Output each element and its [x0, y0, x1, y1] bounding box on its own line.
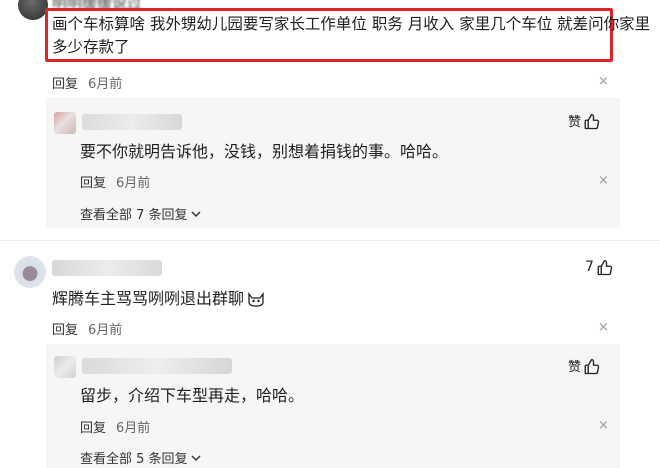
chevron-down-icon: [191, 210, 201, 217]
comment1-text-line1: 画个车标算啥 我外甥幼儿园要写家长工作单位 职务 月收入 家里几个车位 就差问你…: [52, 15, 651, 33]
comment2-content: 辉腾车主骂骂咧咧退出群聊: [52, 287, 265, 311]
comment2-like-button[interactable]: 7: [585, 258, 614, 276]
comment2-avatar[interactable]: [14, 256, 46, 288]
reply-button[interactable]: 回复: [52, 319, 78, 338]
view-all-label: 查看全部 7 条回复: [80, 208, 188, 223]
reply2-meta: 回复 6月前: [80, 417, 150, 436]
close-icon[interactable]: ×: [598, 75, 609, 88]
reply1-like-button[interactable]: 赞: [568, 111, 601, 130]
reply1-text: 要不你就明告诉他，没钱，别想着捐钱的事。哈哈。: [80, 142, 449, 161]
reply-thread-1: 赞 要不你就明告诉他，没钱，别想着捐钱的事。哈哈。 回复 6月前 × 查看全部 …: [46, 98, 620, 228]
reply2-username[interactable]: [82, 358, 232, 374]
comment2-meta: 回复 6月前: [52, 319, 122, 338]
comment1-meta: 回复 6月前: [52, 73, 122, 92]
view-all-replies-2[interactable]: 查看全部 5 条回复: [80, 448, 202, 467]
reply1-meta: 回复 6月前: [80, 172, 150, 191]
reply1-avatar[interactable]: [54, 112, 76, 134]
reply1-username[interactable]: [82, 114, 182, 130]
reply2-text: 留步，介绍下车型再走，哈哈。: [80, 386, 305, 405]
comment1-text-line2: 多少存款了: [52, 38, 130, 56]
thumbs-up-icon: [584, 358, 600, 374]
reply-button[interactable]: 回复: [80, 417, 106, 436]
close-icon[interactable]: ×: [598, 174, 609, 187]
like-label: 赞: [568, 360, 582, 375]
close-icon[interactable]: ×: [598, 321, 609, 334]
reply2-like-button[interactable]: 赞: [568, 356, 601, 375]
comment-time: 6月前: [88, 77, 123, 92]
reply-button[interactable]: 回复: [52, 73, 78, 92]
comment2-text: 辉腾车主骂骂咧咧退出群聊: [52, 289, 245, 308]
cat-emoji-icon: [248, 292, 264, 307]
thumbs-up-icon: [584, 113, 600, 129]
like-label: 赞: [568, 115, 582, 130]
reply-thread-2: 赞 留步，介绍下车型再走，哈哈。 回复 6月前 × 查看全部 5 条回复: [46, 344, 620, 468]
view-all-label: 查看全部 5 条回复: [80, 452, 188, 467]
reply2-avatar[interactable]: [54, 356, 76, 378]
reply-time: 6月前: [116, 421, 151, 436]
chevron-down-icon: [191, 454, 201, 461]
comment2-username[interactable]: [52, 260, 162, 276]
comment1-avatar[interactable]: [18, 0, 48, 20]
like-count: 7: [585, 259, 594, 275]
reply-button[interactable]: 回复: [80, 172, 106, 191]
comment-divider: [0, 240, 660, 241]
reply-time: 6月前: [116, 176, 151, 191]
close-icon[interactable]: ×: [598, 419, 609, 432]
view-all-replies-1[interactable]: 查看全部 7 条回复: [80, 204, 202, 223]
comment-time: 6月前: [88, 323, 123, 338]
thumbs-up-icon: [597, 259, 613, 276]
